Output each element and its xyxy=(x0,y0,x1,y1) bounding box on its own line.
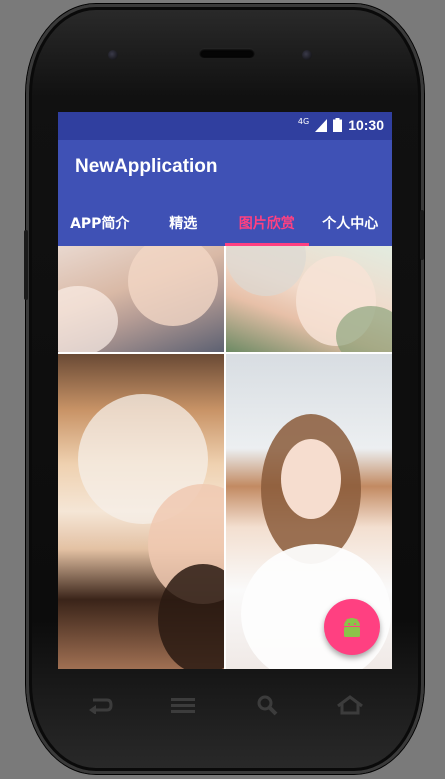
photo-item[interactable] xyxy=(58,354,224,669)
battery-icon xyxy=(333,118,343,132)
photo-item[interactable] xyxy=(58,246,224,352)
photo-grid xyxy=(58,246,392,669)
tab-label: APP简介 xyxy=(70,216,130,232)
back-button[interactable] xyxy=(75,685,125,725)
device-screen: 4G 10:30 NewApplication APP简介 精选 图片欣赏 个人… xyxy=(58,112,392,669)
search-button[interactable] xyxy=(242,685,292,725)
tab-label: 图片欣赏 xyxy=(238,216,295,232)
tab-label: 精选 xyxy=(169,216,198,232)
back-icon xyxy=(88,698,113,714)
floating-action-button[interactable] xyxy=(324,599,380,655)
power-button[interactable] xyxy=(420,210,424,260)
front-sensor xyxy=(108,50,118,60)
app-title: NewApplication xyxy=(75,156,218,177)
hardware-nav-bar xyxy=(58,680,392,730)
tab-bar: APP简介 精选 图片欣赏 个人中心 xyxy=(58,200,392,246)
clock: 10:30 xyxy=(348,117,384,133)
earpiece-speaker xyxy=(199,48,255,58)
tab-picture-gallery[interactable]: 图片欣赏 xyxy=(225,200,309,246)
network-type: 4G xyxy=(297,116,310,126)
tab-label: 个人中心 xyxy=(322,216,379,232)
volume-button[interactable] xyxy=(24,230,28,300)
search-icon xyxy=(257,695,278,716)
menu-button[interactable] xyxy=(158,685,208,725)
front-camera xyxy=(302,50,312,60)
android-icon xyxy=(344,618,360,637)
tab-personal-center[interactable]: 个人中心 xyxy=(309,200,393,246)
status-bar: 4G 10:30 xyxy=(58,112,392,140)
app-bar: NewApplication xyxy=(58,140,392,200)
tab-app-intro[interactable]: APP简介 xyxy=(58,200,142,246)
home-button[interactable] xyxy=(325,685,375,725)
home-icon xyxy=(337,695,364,715)
signal-icon xyxy=(315,118,328,132)
tab-featured[interactable]: 精选 xyxy=(142,200,226,246)
photo-item[interactable] xyxy=(226,246,392,352)
menu-icon xyxy=(171,698,196,713)
